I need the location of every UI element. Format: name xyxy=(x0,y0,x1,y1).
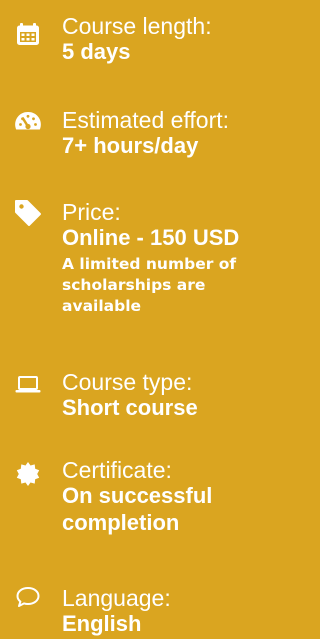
certificate-label: Certificate: xyxy=(62,457,172,483)
price-tag-icon xyxy=(14,199,42,227)
course-length-value: 5 days xyxy=(62,39,131,64)
speech-bubble-icon xyxy=(14,583,42,611)
certificate-value: On successful completion xyxy=(62,483,213,535)
course-length-label: Course length: xyxy=(62,13,212,39)
course-type-value: Short course xyxy=(62,395,198,420)
calendar-icon xyxy=(14,20,42,48)
laptop-icon xyxy=(14,370,42,398)
language-label: Language: xyxy=(62,585,171,611)
estimated-effort-label: Estimated effort: xyxy=(62,107,230,133)
price-label: Price: xyxy=(62,199,121,225)
estimated-effort-value: 7+ hours/day xyxy=(62,133,199,158)
price-value: Online - 150 USD xyxy=(62,225,240,250)
scholarship-note: A limited number of scholarships are ava… xyxy=(62,255,237,315)
course-type-label: Course type: xyxy=(62,369,193,395)
dashboard-gauge-icon xyxy=(14,108,42,136)
certificate-badge-icon xyxy=(14,460,42,488)
language-value: English xyxy=(62,611,142,636)
